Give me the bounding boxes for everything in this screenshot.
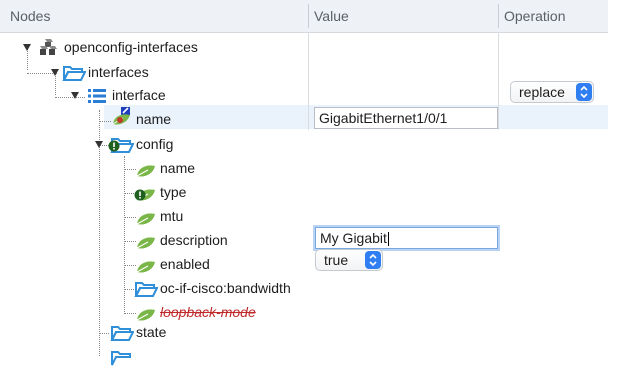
- enabled-select-value: true: [324, 252, 349, 268]
- folder-open-icon: [110, 348, 134, 368]
- tree-row-enabled[interactable]: enabled true: [0, 249, 608, 277]
- tree-row-state[interactable]: state: [0, 321, 608, 345]
- select-arrows-icon: [365, 251, 381, 269]
- node-label-openconfig-interfaces: openconfig-interfaces: [64, 39, 198, 55]
- nodes-column-header[interactable]: Nodes: [4, 0, 50, 32]
- description-value-text: My Gigabit: [320, 230, 387, 246]
- select-arrows-icon: [576, 83, 592, 101]
- tree-row-bandwidth[interactable]: oc-if-cisco:bandwidth: [0, 277, 608, 301]
- disclosure-triangle-icon[interactable]: [94, 140, 104, 150]
- tree-row-openconfig-interfaces[interactable]: openconfig-interfaces: [0, 36, 608, 60]
- operation-select-interface[interactable]: replace: [510, 81, 594, 103]
- node-label-name: name: [136, 111, 172, 127]
- node-label-loopback-mode: loopback-mode: [160, 304, 256, 320]
- node-label-state: state: [136, 324, 167, 340]
- tree-row-type[interactable]: type: [0, 181, 608, 205]
- tree-row-config[interactable]: config: [0, 133, 608, 157]
- column-header: Nodes Value Operation: [0, 0, 608, 33]
- disclosure-triangle-icon[interactable]: [22, 43, 32, 53]
- exclamation-badge-icon: [134, 188, 146, 201]
- tree-row-key-name[interactable]: name GigabitEthernet1/0/1: [0, 106, 608, 132]
- node-label-interfaces: interfaces: [88, 64, 149, 80]
- enabled-value-select[interactable]: true: [315, 249, 383, 271]
- tree-row-interface[interactable]: interface replace: [0, 81, 608, 108]
- tree-row-mtu[interactable]: mtu: [0, 205, 608, 229]
- leaf-icon: [134, 159, 158, 179]
- text-cursor: [387, 232, 389, 247]
- node-label-bandwidth: oc-if-cisco:bandwidth: [160, 280, 291, 296]
- leaf-icon: [134, 207, 158, 227]
- node-label-description: description: [160, 232, 228, 248]
- description-value-field[interactable]: My Gigabit: [315, 227, 498, 249]
- node-label-enabled: enabled: [160, 256, 210, 272]
- folder-open-icon: [110, 323, 135, 343]
- list-icon: [86, 86, 110, 106]
- tree-row-config-name[interactable]: name: [0, 157, 608, 181]
- node-label-config: config: [136, 136, 174, 152]
- node-label-config-name: name: [160, 160, 196, 176]
- cubes-icon: [38, 37, 62, 57]
- node-label-mtu: mtu: [160, 208, 184, 224]
- disclosure-triangle-icon[interactable]: [70, 91, 80, 101]
- node-label-type: type: [160, 184, 187, 200]
- tree-row-partial[interactable]: [0, 346, 608, 370]
- exclamation-badge-icon: [108, 139, 120, 152]
- name-value-field[interactable]: GigabitEthernet1/0/1: [314, 107, 498, 129]
- leaf-icon: [134, 255, 158, 275]
- tree-row-description[interactable]: description My Gigabit: [0, 227, 608, 253]
- folder-open-icon: [62, 63, 87, 83]
- folder-open-icon: [134, 279, 159, 299]
- operation-column-header[interactable]: Operation: [498, 0, 565, 32]
- key-leaf-icon: [110, 106, 134, 126]
- leaf-icon: [134, 303, 158, 323]
- node-label-interface: interface: [112, 87, 166, 103]
- disclosure-triangle-icon[interactable]: [50, 68, 60, 78]
- value-column-header[interactable]: Value: [308, 0, 349, 32]
- leaf-icon: [134, 231, 158, 251]
- operation-select-value: replace: [519, 84, 565, 100]
